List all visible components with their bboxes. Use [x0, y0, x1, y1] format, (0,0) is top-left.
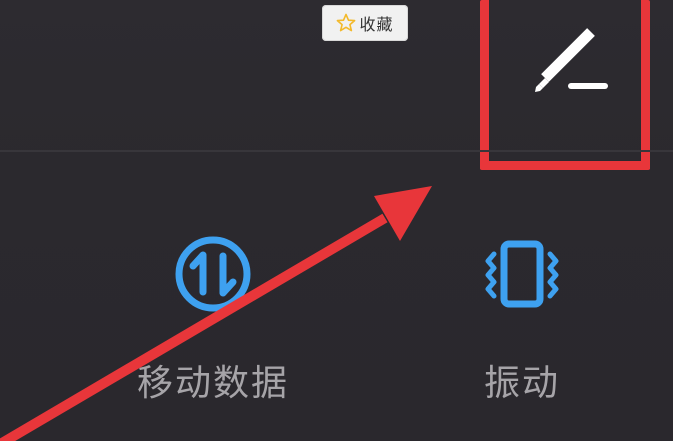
- mobile-data-icon: [175, 236, 251, 312]
- quick-settings-panel: 收藏 移动数据 振动: [0, 0, 673, 441]
- favorite-button[interactable]: 收藏: [322, 5, 408, 41]
- mobile-data-label: 移动数据: [136, 363, 289, 404]
- favorite-label: 收藏: [359, 15, 394, 34]
- star-icon: [337, 13, 356, 32]
- quick-tile-mobile-data[interactable]: 移动数据: [103, 226, 323, 406]
- vibration-icon: [485, 240, 559, 308]
- quick-tile-vibration[interactable]: 振动: [412, 226, 632, 406]
- annotation-highlight-box: [480, 0, 650, 170]
- header-divider: [0, 150, 673, 152]
- vibration-label: 振动: [483, 363, 560, 404]
